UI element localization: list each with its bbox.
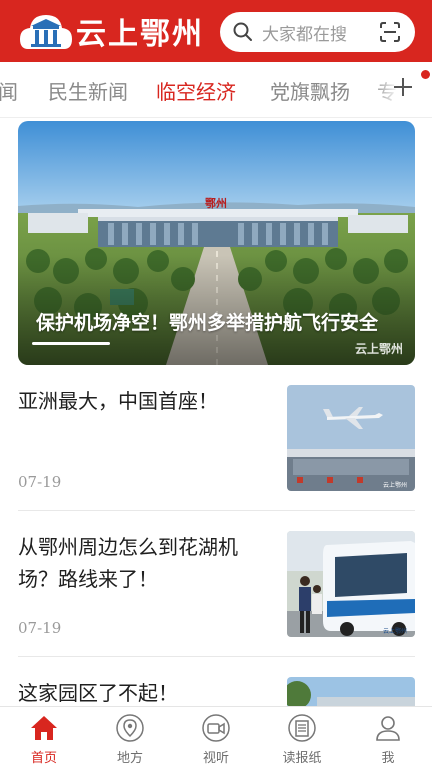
hero-banner[interactable]: 鄂州 保护机场净空！鄂州多举措护航飞行安全 云上鄂州	[18, 121, 415, 365]
scan-icon[interactable]	[379, 21, 401, 43]
nav-home[interactable]: 首页	[14, 713, 74, 766]
channel-tabs: 闻 民生新闻 临空经济 党旗飘扬 专	[0, 62, 432, 118]
hero-watermark: 云上鄂州	[354, 342, 403, 356]
location-pin-icon	[116, 714, 144, 742]
tab-partial-left[interactable]: 闻	[0, 76, 18, 105]
news-date: 07-19	[18, 619, 62, 637]
search-placeholder: 大家都在搜	[262, 24, 347, 45]
carousel-indicator	[32, 342, 110, 345]
app-name: 云上鄂州	[76, 17, 204, 52]
news-title: 从鄂州周边怎么到花湖机场？路线来了！	[18, 535, 238, 591]
nav-label: 读报纸	[282, 751, 322, 766]
news-thumbnail: 云上鄂州	[287, 385, 415, 491]
nav-local[interactable]: 地方	[100, 713, 160, 766]
app-header: 云上鄂州 大家都在搜	[0, 0, 432, 62]
news-date: 07-19	[18, 473, 62, 491]
tab-dangqi[interactable]: 党旗飘扬	[270, 76, 350, 105]
bottom-navigation: 首页 地方 视听 读报纸 我	[0, 706, 432, 768]
hero-caption: 保护机场净空！鄂州多举措护航飞行安全	[36, 312, 379, 334]
video-camera-icon	[202, 714, 230, 742]
news-thumbnail: 云上鄂州	[287, 531, 415, 637]
home-icon	[31, 716, 57, 740]
notification-dot	[421, 70, 430, 79]
thumb-watermark: 云上鄂州	[383, 627, 407, 635]
news-item[interactable]: 亚洲最大，中国首座！ 07-19 云上鄂州	[18, 385, 415, 511]
app-logo[interactable]: 云上鄂州	[18, 9, 204, 53]
news-item[interactable]: 从鄂州周边怎么到花湖机场？路线来了！ 07-19 云上鄂州	[18, 531, 415, 657]
user-icon	[376, 716, 400, 741]
search-bar[interactable]: 大家都在搜	[220, 12, 415, 52]
tab-linkong-economy[interactable]: 临空经济	[156, 76, 236, 105]
nav-label: 地方	[116, 751, 143, 766]
nav-newspaper[interactable]: 读报纸	[272, 713, 332, 766]
newspaper-icon	[288, 714, 316, 742]
news-title: 亚洲最大，中国首座！	[18, 389, 218, 413]
nav-label: 我	[381, 751, 395, 766]
tab-minsheng-news[interactable]: 民生新闻	[48, 76, 128, 105]
search-icon	[233, 22, 252, 41]
thumb-watermark: 云上鄂州	[383, 481, 407, 489]
logo-badge-icon	[20, 15, 72, 49]
nav-me[interactable]: 我	[358, 713, 418, 766]
nav-video[interactable]: 视听	[186, 713, 246, 766]
nav-label: 首页	[30, 751, 57, 766]
nav-label: 视听	[202, 751, 229, 766]
news-title: 这家园区了不起！	[18, 681, 178, 705]
add-channel-icon[interactable]	[392, 76, 414, 98]
